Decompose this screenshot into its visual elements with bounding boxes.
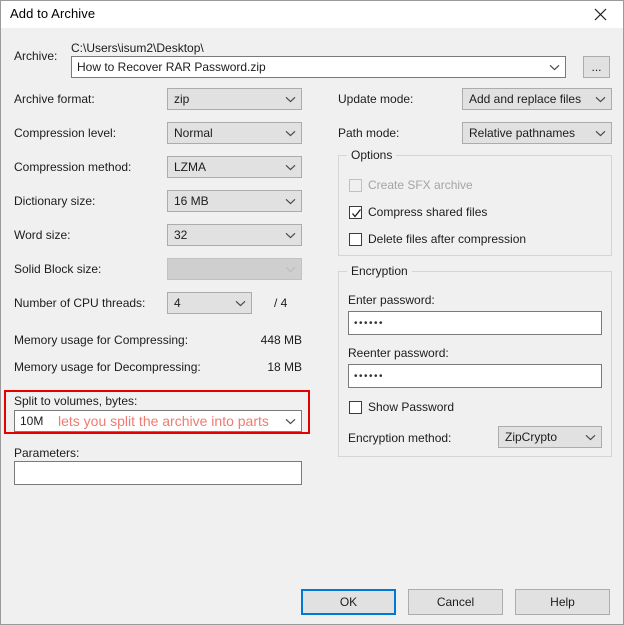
reenter-password-label: Reenter password: xyxy=(348,346,449,360)
checkbox-box xyxy=(349,178,362,192)
update-mode-combo[interactable]: Add and replace files xyxy=(462,88,612,110)
chevron-down-icon[interactable] xyxy=(281,96,299,103)
checkbox-box[interactable] xyxy=(349,205,362,219)
enter-password-label: Enter password: xyxy=(348,293,435,307)
browse-button-label: ... xyxy=(591,60,602,74)
update-mode-value: Add and replace files xyxy=(469,92,582,106)
chevron-down-icon[interactable] xyxy=(281,232,299,239)
update-mode-label: Update mode: xyxy=(338,92,414,106)
parameters-label: Parameters: xyxy=(14,446,80,460)
archive-label: Archive: xyxy=(14,49,58,63)
dictionary-size-label: Dictionary size: xyxy=(14,194,96,208)
compression-level-combo[interactable]: Normal xyxy=(167,122,302,144)
checkbox-box[interactable] xyxy=(349,232,362,246)
help-button[interactable]: Help xyxy=(515,589,610,615)
window-title: Add to Archive xyxy=(10,6,96,21)
checkbox-label: Show Password xyxy=(368,400,455,414)
parameters-input[interactable] xyxy=(14,461,302,485)
chevron-down-icon xyxy=(281,266,299,273)
dialog-body: Archive: C:\Users\isum2\Desktop\ How to … xyxy=(1,28,623,624)
archive-filename-value: How to Recover RAR Password.zip xyxy=(77,60,266,74)
compression-method-label: Compression method: xyxy=(14,160,132,174)
title-bar: Add to Archive xyxy=(1,1,623,28)
checkbox-show-password[interactable]: Show Password xyxy=(349,400,454,414)
checkbox-delete-files-after-compression[interactable]: Delete files after compression xyxy=(349,232,526,246)
chevron-down-icon[interactable] xyxy=(281,418,299,425)
encryption-method-value: ZipCrypto xyxy=(505,430,558,444)
checkbox-label: Compress shared files xyxy=(368,205,488,219)
word-size-value: 32 xyxy=(174,228,188,242)
word-size-combo[interactable]: 32 xyxy=(167,224,302,246)
archive-format-value: zip xyxy=(174,92,190,106)
encryption-group-title: Encryption xyxy=(347,264,412,278)
compression-method-combo[interactable]: LZMA xyxy=(167,156,302,178)
ok-button-label: OK xyxy=(339,595,358,609)
memory-compress-value: 448 MB xyxy=(260,333,302,347)
memory-compress-label: Memory usage for Compressing: xyxy=(14,333,189,347)
cpu-threads-value: 4 xyxy=(174,296,181,310)
chevron-down-icon[interactable] xyxy=(591,96,609,103)
split-volumes-value: 10M xyxy=(20,414,44,428)
cpu-threads-combo[interactable]: 4 xyxy=(167,292,252,314)
encryption-method-combo[interactable]: ZipCrypto xyxy=(498,426,602,448)
archive-format-label: Archive format: xyxy=(14,92,95,106)
dictionary-size-value: 16 MB xyxy=(174,194,209,208)
split-volumes-label: Split to volumes, bytes: xyxy=(14,394,138,408)
options-group-title: Options xyxy=(347,148,397,162)
add-to-archive-dialog: Add to Archive Archive: C:\Users\isum2\D… xyxy=(0,0,624,625)
path-mode-combo[interactable]: Relative pathnames xyxy=(462,122,612,144)
memory-decompress-value: 18 MB xyxy=(267,360,302,374)
encryption-method-label: Encryption method: xyxy=(348,431,452,445)
annotation-text: lets you split the archive into parts xyxy=(58,413,269,429)
help-button-label: Help xyxy=(550,595,575,609)
chevron-down-icon[interactable] xyxy=(231,300,249,307)
checkbox-compress-shared-files[interactable]: Compress shared files xyxy=(349,205,487,219)
archive-path-text: C:\Users\isum2\Desktop\ xyxy=(71,41,204,55)
path-mode-label: Path mode: xyxy=(338,126,400,140)
reenter-password-value: •••••• xyxy=(354,370,385,382)
reenter-password-input[interactable]: •••••• xyxy=(348,364,602,388)
compression-method-value: LZMA xyxy=(174,160,207,174)
chevron-down-icon[interactable] xyxy=(281,164,299,171)
compression-level-label: Compression level: xyxy=(14,126,117,140)
chevron-down-icon[interactable] xyxy=(545,64,563,71)
cancel-button-label: Cancel xyxy=(436,595,475,609)
cpu-threads-total: / 4 xyxy=(274,296,288,310)
solid-block-size-combo xyxy=(167,258,302,280)
checkbox-label: Delete files after compression xyxy=(368,232,527,246)
checkbox-create-sfx-archive: Create SFX archive xyxy=(349,178,473,192)
ok-button[interactable]: OK xyxy=(301,589,396,615)
compression-level-value: Normal xyxy=(174,126,213,140)
enter-password-input[interactable]: •••••• xyxy=(348,311,602,335)
path-mode-value: Relative pathnames xyxy=(469,126,576,140)
dictionary-size-combo[interactable]: 16 MB xyxy=(167,190,302,212)
memory-decompress-label: Memory usage for Decompressing: xyxy=(14,360,201,374)
enter-password-value: •••••• xyxy=(354,317,385,329)
solid-block-size-label: Solid Block size: xyxy=(14,262,102,276)
archive-filename-combo[interactable]: How to Recover RAR Password.zip xyxy=(71,56,566,78)
checkbox-label: Create SFX archive xyxy=(368,178,473,192)
checkbox-box[interactable] xyxy=(349,400,362,414)
chevron-down-icon[interactable] xyxy=(591,130,609,137)
chevron-down-icon[interactable] xyxy=(281,198,299,205)
close-icon[interactable] xyxy=(577,1,623,28)
archive-format-combo[interactable]: zip xyxy=(167,88,302,110)
cancel-button[interactable]: Cancel xyxy=(408,589,503,615)
browse-button[interactable]: ... xyxy=(583,56,610,78)
cpu-threads-label: Number of CPU threads: xyxy=(14,296,146,310)
chevron-down-icon[interactable] xyxy=(581,434,599,441)
word-size-label: Word size: xyxy=(14,228,71,242)
chevron-down-icon[interactable] xyxy=(281,130,299,137)
